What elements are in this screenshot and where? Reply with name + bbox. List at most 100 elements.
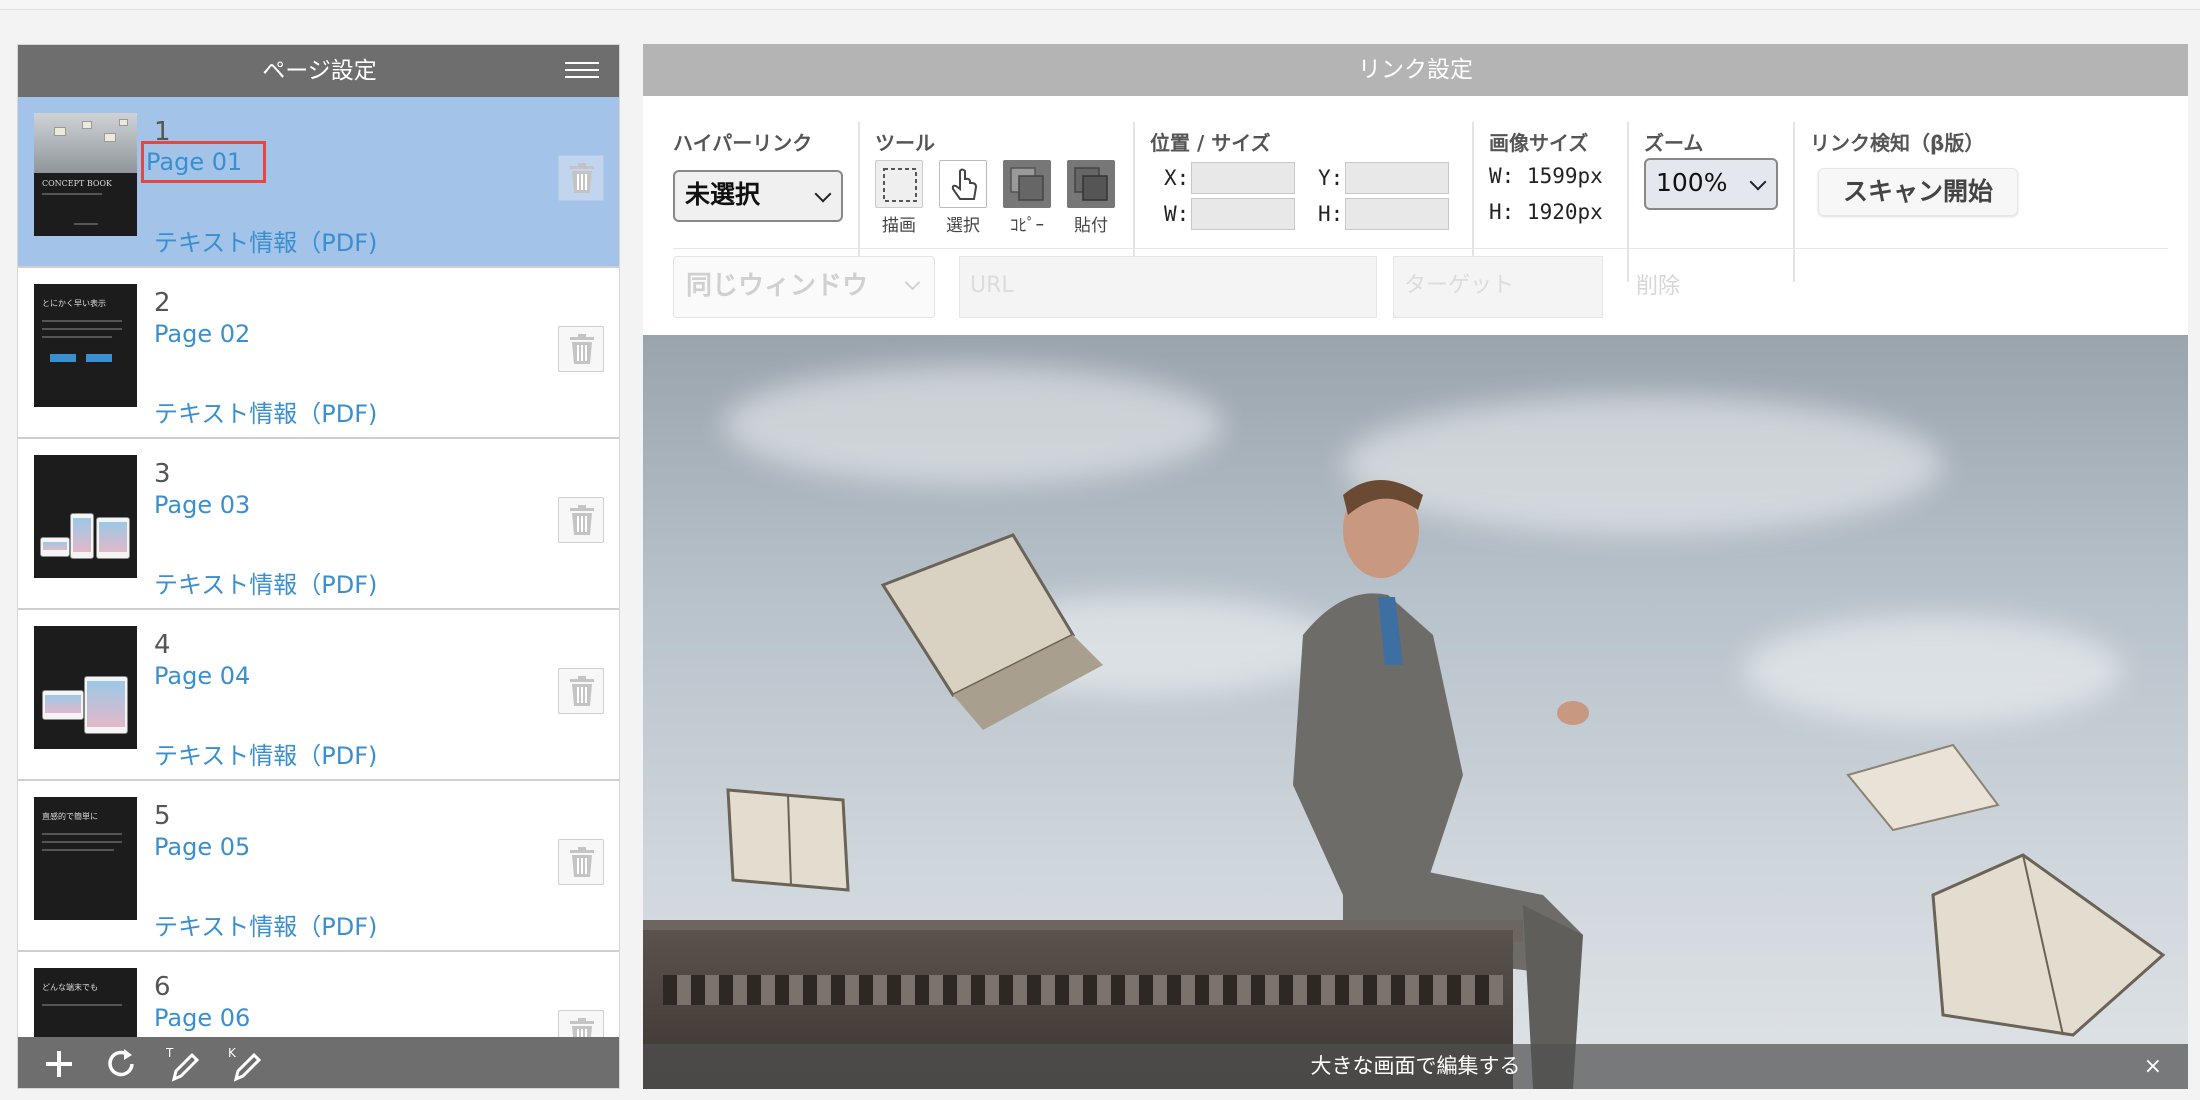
draw-tool-label: 描画	[882, 216, 916, 236]
book-illustration	[880, 533, 1103, 730]
h-label: H:	[1318, 202, 1344, 226]
hyperlink-select[interactable]: 未選択	[673, 170, 843, 222]
text-info-pdf-link[interactable]: テキスト情報（PDF)	[154, 394, 377, 429]
menu-icon[interactable]	[565, 62, 599, 80]
image-width: W: 1599px	[1489, 164, 1603, 188]
target-input[interactable]: ターゲット	[1393, 256, 1603, 318]
page-list: CONCEPT BOOK 1 Page 01 テキスト情報（PDF) とにかく早…	[18, 97, 619, 1081]
page-thumbnail[interactable]: 直感的で簡単に	[34, 797, 137, 920]
page-settings-panel: ページ設定 CONCEPT BOOK 1 Page 01 テキスト情報（PDF)	[17, 44, 620, 1089]
page-settings-header: ページ設定	[18, 45, 619, 97]
chevron-down-icon	[814, 185, 832, 203]
position-size-label: 位置 / サイズ	[1150, 131, 1271, 155]
dashed-rect-icon	[883, 168, 917, 202]
y-input[interactable]	[1345, 162, 1449, 194]
close-icon[interactable]: ×	[2144, 1044, 2162, 1089]
chevron-down-icon	[904, 274, 921, 291]
select-tool-button[interactable]	[939, 160, 987, 208]
page-item[interactable]: 3 Page 03 テキスト情報（PDF)	[18, 439, 619, 610]
page-settings-title: ページ設定	[262, 58, 377, 84]
toolbar-divider	[673, 248, 2168, 249]
page-thumbnail[interactable]	[34, 455, 137, 578]
keyword-pen-icon[interactable]: K	[226, 1045, 264, 1083]
draw-tool-button[interactable]	[875, 160, 923, 208]
trash-icon	[570, 334, 594, 364]
page-number: 3	[154, 459, 171, 489]
thumbnail-title: とにかく早い表示	[42, 299, 106, 308]
svg-text:K: K	[228, 1046, 237, 1060]
plus-icon[interactable]	[40, 1045, 78, 1083]
delete-page-button[interactable]	[558, 326, 604, 372]
page-name[interactable]: Page 06	[154, 1004, 250, 1032]
page-item[interactable]: とにかく早い表示 2 Page 02 テキスト情報（PDF)	[18, 268, 619, 439]
window-target-select[interactable]: 同じウィンドウ	[673, 256, 935, 318]
page-list-toolbar: T K	[18, 1037, 619, 1088]
w-label: W:	[1164, 202, 1190, 226]
page-item[interactable]: 直感的で簡単に 5 Page 05 テキスト情報（PDF)	[18, 781, 619, 952]
window-target-value: 同じウィンドウ	[686, 271, 869, 301]
page-thumbnail[interactable]: とにかく早い表示	[34, 284, 137, 407]
delete-page-button[interactable]	[558, 497, 604, 543]
page-number: 2	[154, 288, 171, 318]
edit-large-screen-bar[interactable]: 大きな画面で編集する ×	[643, 1044, 2188, 1089]
page-number: 5	[154, 801, 171, 831]
book-illustration	[1931, 853, 2166, 1037]
page-name[interactable]: Page 01	[141, 141, 266, 183]
trash-icon	[570, 847, 594, 877]
h-input[interactable]	[1345, 198, 1449, 230]
zoom-select-value: 100%	[1656, 168, 1728, 197]
page-name[interactable]: Page 05	[154, 833, 250, 861]
page-item[interactable]: CONCEPT BOOK 1 Page 01 テキスト情報（PDF)	[18, 97, 619, 268]
thumbnail-title: どんな端末でも	[42, 983, 98, 992]
text-pen-icon[interactable]: T	[164, 1045, 202, 1083]
url-input[interactable]: URL	[959, 256, 1377, 318]
hyperlink-label: ハイパーリンク	[673, 131, 813, 155]
zoom-select[interactable]: 100%	[1644, 158, 1778, 210]
link-detect-label: リンク検知（β版）	[1810, 131, 1985, 155]
zoom-label: ズーム	[1644, 131, 1704, 155]
wall-detail	[663, 975, 1503, 1005]
hand-pointer-icon	[951, 168, 978, 200]
refresh-icon[interactable]	[102, 1045, 140, 1083]
text-info-pdf-link[interactable]: テキスト情報（PDF)	[154, 565, 377, 600]
select-tool-label: 選択	[946, 216, 980, 236]
trash-icon	[570, 676, 594, 706]
paste-tool-button[interactable]	[1067, 160, 1115, 208]
page-thumbnail[interactable]	[34, 626, 137, 749]
tools-label: ツール	[875, 131, 935, 155]
scan-start-button[interactable]: スキャン開始	[1818, 168, 2018, 216]
trash-icon	[570, 163, 594, 193]
paste-tool-label: 貼付	[1074, 216, 1108, 236]
page-thumbnail[interactable]: CONCEPT BOOK	[34, 113, 137, 236]
trash-icon	[570, 505, 594, 535]
copy-tool-button[interactable]	[1003, 160, 1051, 208]
text-info-pdf-link[interactable]: テキスト情報（PDF)	[154, 223, 377, 258]
copy-tool-label: ｺﾋﾟｰ	[1010, 216, 1044, 236]
page-name[interactable]: Page 02	[154, 320, 250, 348]
top-border	[0, 0, 2200, 10]
thumbnail-title: CONCEPT BOOK	[42, 179, 113, 188]
page-name[interactable]: Page 03	[154, 491, 250, 519]
book-illustration	[1846, 743, 2000, 832]
delete-page-button[interactable]	[558, 155, 604, 201]
edit-large-screen-label: 大きな画面で編集する	[1310, 1054, 1521, 1078]
y-label: Y:	[1318, 166, 1344, 190]
page-number: 4	[154, 630, 171, 660]
page-name[interactable]: Page 04	[154, 662, 250, 690]
page-item[interactable]: 4 Page 04 テキスト情報（PDF)	[18, 610, 619, 781]
delete-page-button[interactable]	[558, 668, 604, 714]
x-label: X:	[1164, 166, 1190, 190]
hyperlink-select-value: 未選択	[685, 180, 761, 209]
page-number: 6	[154, 972, 171, 1002]
delete-link-button[interactable]: 削除	[1621, 256, 1695, 318]
w-input[interactable]	[1191, 198, 1295, 230]
image-size-label: 画像サイズ	[1489, 131, 1589, 155]
thumbnail-title: 直感的で簡単に	[42, 812, 98, 821]
svg-text:T: T	[165, 1046, 174, 1060]
x-input[interactable]	[1191, 162, 1295, 194]
page-image-canvas[interactable]	[643, 335, 2188, 1089]
text-info-pdf-link[interactable]: テキスト情報（PDF)	[154, 907, 377, 942]
copy-icon	[1010, 167, 1044, 201]
delete-page-button[interactable]	[558, 839, 604, 885]
text-info-pdf-link[interactable]: テキスト情報（PDF)	[154, 736, 377, 771]
